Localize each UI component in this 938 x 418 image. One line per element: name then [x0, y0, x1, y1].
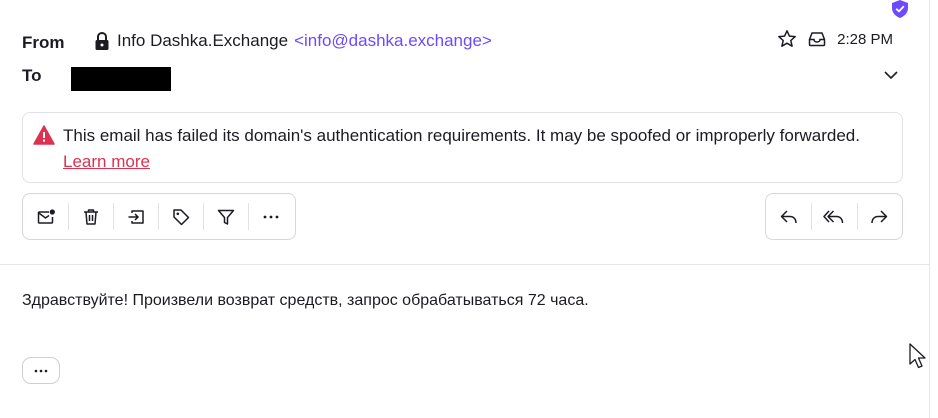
to-label: To	[22, 66, 42, 85]
tag-icon	[172, 208, 189, 225]
learn-more-link[interactable]: Learn more	[63, 152, 150, 171]
forward-icon	[871, 209, 888, 223]
chevron-down-icon[interactable]	[882, 66, 900, 84]
sender-name: Info Dashka.Exchange	[117, 31, 289, 50]
message-time: 2:28 PM	[837, 30, 893, 48]
header-divider	[0, 264, 930, 265]
message-body: Здравствуйте! Произвели возврат средств,…	[22, 292, 589, 309]
more-icon	[34, 369, 48, 372]
sender[interactable]: Info Dashka.Exchange <info@dashka.exchan…	[93, 31, 492, 51]
redacted-recipient	[71, 67, 171, 91]
mouse-cursor-icon	[909, 343, 926, 369]
more-actions-button[interactable]	[248, 194, 293, 239]
delete-button[interactable]	[68, 194, 113, 239]
reply-button[interactable]	[766, 194, 811, 239]
reply-toolbar	[765, 193, 903, 240]
warning-icon	[33, 125, 55, 145]
forward-button[interactable]	[856, 194, 902, 239]
show-quoted-button[interactable]	[22, 357, 60, 384]
from-label: From	[22, 33, 65, 52]
sender-address[interactable]: <info@dashka.exchange>	[294, 31, 492, 51]
authentication-warning: This email has failed its domain's authe…	[22, 112, 903, 183]
message-meta: 2:28 PM	[777, 29, 893, 49]
move-button[interactable]	[113, 194, 158, 239]
more-icon	[263, 215, 278, 218]
mark-unread-button[interactable]	[23, 194, 68, 239]
label-button[interactable]	[158, 194, 203, 239]
filter-icon	[217, 209, 234, 225]
inbox-icon	[808, 32, 826, 47]
trash-icon	[83, 208, 98, 225]
message-view: From Info Dashka.Exchange <info@dashka.e…	[0, 0, 930, 418]
verified-shield-icon	[892, 0, 908, 18]
reply-all-button[interactable]	[811, 194, 856, 239]
mark-unread-icon	[37, 208, 55, 224]
warning-message: This email has failed its domain's authe…	[63, 126, 860, 145]
reply-icon	[780, 209, 797, 223]
lock-icon	[95, 31, 109, 50]
reply-all-icon	[823, 209, 844, 223]
message-toolbar	[22, 193, 296, 240]
filter-button[interactable]	[203, 194, 248, 239]
star-icon[interactable]	[777, 29, 797, 49]
move-to-folder-icon	[128, 209, 144, 224]
